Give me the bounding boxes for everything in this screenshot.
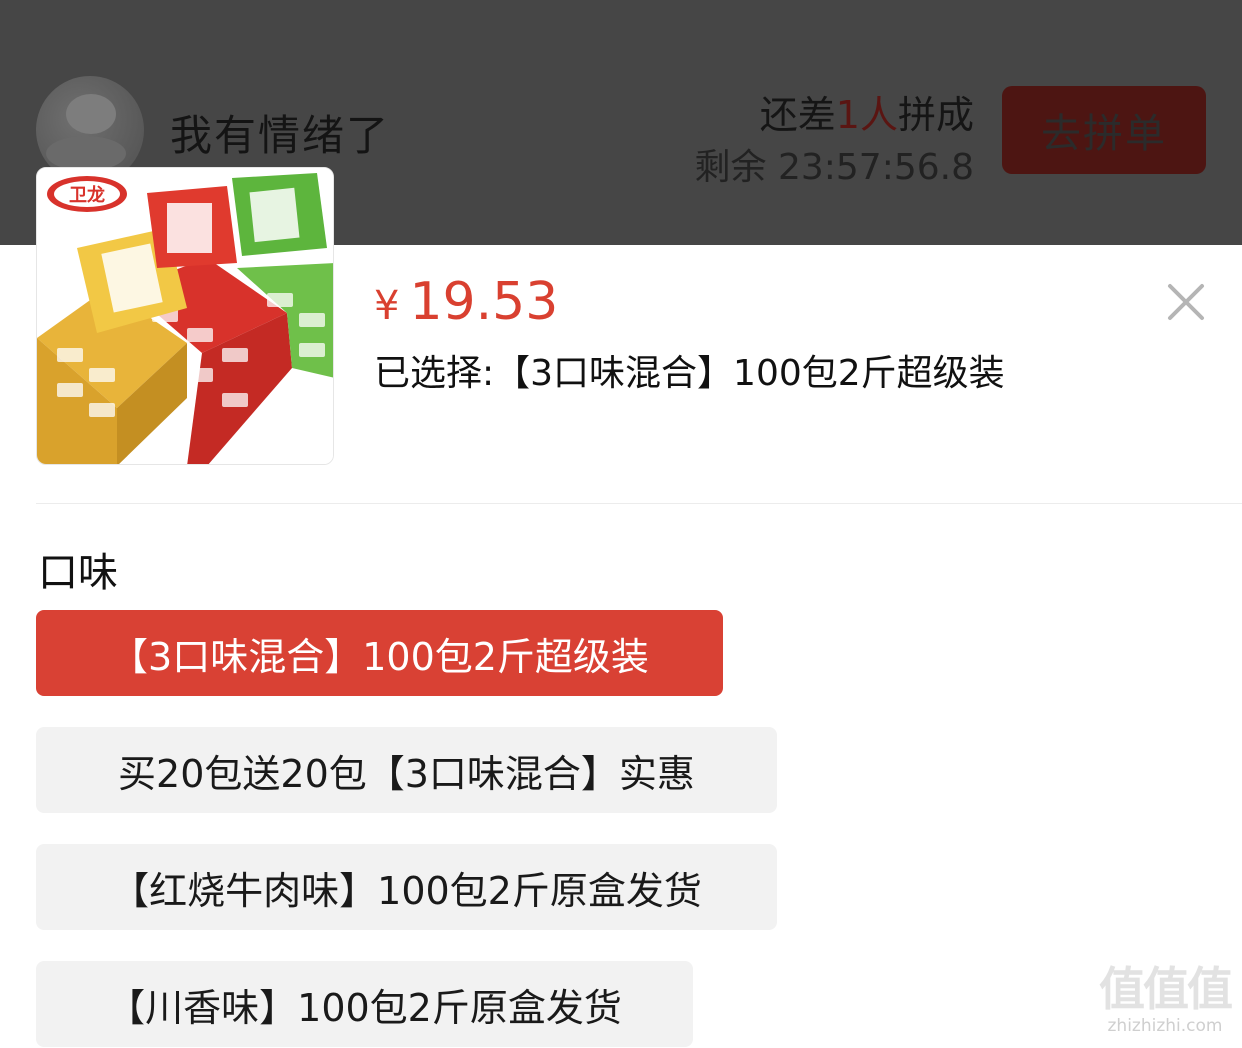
currency-symbol: ¥ — [374, 283, 400, 329]
group-user-name: 我有情绪了 — [170, 111, 391, 160]
join-group-button[interactable]: 去拼单 — [1002, 86, 1206, 174]
snack-pack-illustration: 卫龙 — [37, 168, 333, 464]
watermark: 值值值 zhizhizhi.com — [1092, 962, 1238, 1042]
option-braised-beef[interactable]: 【红烧牛肉味】100包2斤原盒发货 — [36, 844, 777, 930]
watermark-glyphs: 值值值 — [1099, 962, 1233, 1016]
countdown-text: 剩余 23:57:56.8 — [695, 138, 975, 190]
selected-label: 已选择: — [374, 353, 495, 394]
option-sichuan-spicy[interactable]: 【川香味】100包2斤原盒发货 — [36, 961, 693, 1047]
option-3-flavor-mix[interactable]: 【3口味混合】100包2斤超级装 — [36, 610, 723, 696]
group-need-text: 还差1人拼成 — [760, 84, 974, 139]
selected-sku-text: 已选择:【3口味混合】100包2斤超级装 — [374, 344, 1005, 396]
product-image: 卫龙 — [36, 167, 334, 465]
brand-logo-text: 卫龙 — [69, 184, 105, 206]
close-icon — [1168, 284, 1204, 320]
price-value: 19.53 — [409, 272, 559, 332]
option-buy20-get20[interactable]: 买20包送20包【3口味混合】实惠 — [36, 727, 777, 813]
need-prefix: 还差 — [759, 93, 836, 137]
price: ¥19.53 — [374, 272, 558, 332]
need-suffix: 拼成 — [897, 93, 974, 137]
close-button[interactable] — [1160, 276, 1212, 328]
need-count: 1人 — [835, 93, 898, 137]
remaining-label: 剩余 — [694, 147, 767, 188]
flavor-section-title: 口味 — [38, 550, 118, 596]
selected-value: 【3口味混合】100包2斤超级装 — [494, 353, 1005, 394]
sku-selector-page: 我有情绪了 还差1人拼成 剩余 23:57:56.8 去拼单 卫龙 ¥ 19.5… — [0, 0, 1242, 1048]
divider — [36, 503, 1242, 504]
remaining-time: 23:57:56.8 — [777, 147, 974, 188]
watermark-domain: zhizhizhi.com — [1107, 1016, 1223, 1036]
